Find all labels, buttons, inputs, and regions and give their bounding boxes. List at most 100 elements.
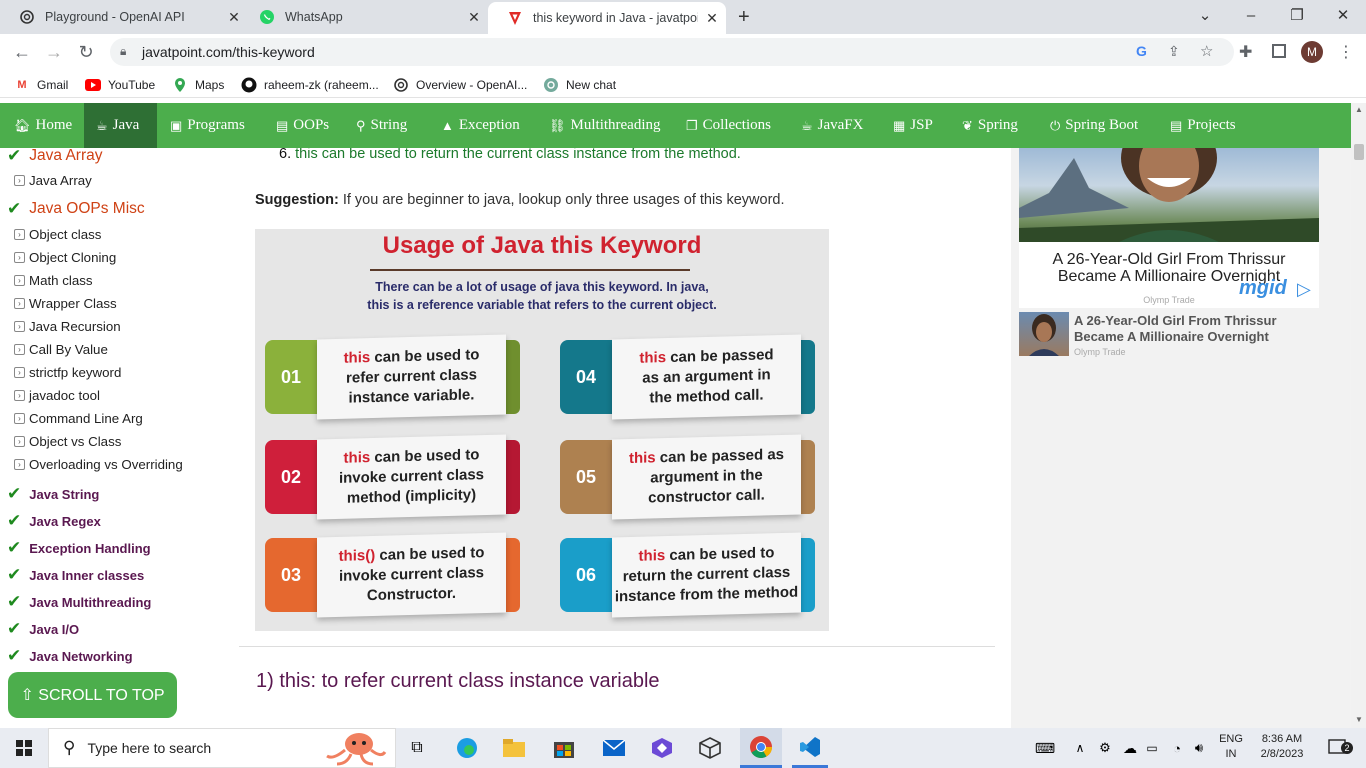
nav-oops[interactable]: ▤ OOPs <box>276 103 329 148</box>
nav-jsp[interactable]: ▦ JSP <box>893 103 933 148</box>
nav-programs[interactable]: ▣ Programs <box>170 103 245 148</box>
nav-javafx[interactable]: ☕︎ JavaFX <box>801 103 863 148</box>
sidebar-topic-java-io[interactable]: ✔ Java I/O <box>7 619 79 639</box>
new-tab-button[interactable]: + <box>738 6 758 28</box>
whatsapp-icon <box>258 9 276 25</box>
bookmark-new-chat[interactable]: New chat <box>543 77 616 93</box>
sidebar-topic-java-regex[interactable]: ✔ Java Regex <box>7 511 101 531</box>
bookmark-maps[interactable]: Maps <box>172 77 224 93</box>
close-tab-icon[interactable]: ✕ <box>460 9 488 26</box>
ad-choices-icon[interactable]: ▷ <box>1297 279 1311 300</box>
minimize-button[interactable]: – <box>1228 0 1274 30</box>
share-icon[interactable]: ⇪ <box>1168 43 1180 60</box>
usage-card: 04 this can be passed as an argument in the… <box>560 334 815 420</box>
reload-icon[interactable]: ↻ <box>72 40 100 64</box>
this-keyword-text: this <box>343 449 371 467</box>
nav-home[interactable]: 🏠︎ Home <box>0 103 86 148</box>
file-explorer-icon[interactable] <box>496 728 532 768</box>
nav-java[interactable]: ☕︎ Java <box>84 103 157 148</box>
profile-avatar[interactable]: M <box>1301 41 1323 63</box>
sidebar-section-oops-misc[interactable]: ✔ Java OOPs Misc <box>7 199 145 219</box>
sidebar-item-call-by-value[interactable]: › Call By Value <box>14 342 108 357</box>
restore-button[interactable]: ❐ <box>1274 0 1320 30</box>
small-ad-thumbnail[interactable] <box>1019 312 1069 356</box>
sidebar-item-object-vs-class[interactable]: › Object vs Class <box>14 434 121 449</box>
vscode-icon[interactable] <box>792 728 828 768</box>
sidebar-item-command-line-arg[interactable]: › Command Line Arg <box>14 411 143 426</box>
nav-string[interactable]: ⚲ String <box>356 103 407 148</box>
visual-studio-icon[interactable] <box>644 728 680 768</box>
sidebar-item-javadoc[interactable]: › javadoc tool <box>14 388 100 403</box>
expand-box-icon: › <box>14 390 25 401</box>
sidebar-section-java-array[interactable]: ✔ Java Array <box>7 148 102 166</box>
nav-projects[interactable]: ▤ Projects <box>1170 103 1236 148</box>
battery-icon[interactable]: ▭ <box>1142 728 1162 768</box>
side-panel-icon[interactable] <box>1272 44 1286 58</box>
tray-app-icon[interactable]: ⚙ <box>1096 728 1114 768</box>
onedrive-cloud-icon[interactable]: ☁ <box>1120 728 1140 768</box>
page-scrollbar[interactable]: ▲ ▼ <box>1351 103 1366 728</box>
nav-exception[interactable]: ▲ Exception <box>441 103 520 148</box>
search-highlight-octopus-icon <box>318 728 392 768</box>
taskbar-clock[interactable]: 8:36 AM 2/8/2023 <box>1253 733 1311 760</box>
close-window-button[interactable]: ✕ <box>1320 0 1366 30</box>
usage-card: 06 this can be used to return the current … <box>560 532 815 618</box>
small-ad-headline[interactable]: A 26-Year-Old Girl From Thrissur Became … <box>1074 313 1314 345</box>
sidebar-topic-inner-classes[interactable]: ✔ Java Inner classes <box>7 565 144 585</box>
notification-center-icon[interactable]: 2 <box>1318 728 1358 768</box>
sidebar-topic-java-networking[interactable]: ✔ Java Networking <box>7 646 133 666</box>
browser-menu-icon[interactable]: ⋮ <box>1338 42 1354 62</box>
forward-arrow-icon[interactable]: → <box>40 40 68 64</box>
sidebar-item-java-recursion[interactable]: › Java Recursion <box>14 319 121 334</box>
google-translate-icon[interactable]: G <box>1136 43 1147 59</box>
scroll-down-arrow-icon[interactable]: ▼ <box>1355 715 1363 724</box>
volume-icon[interactable]: 🔊︎ <box>1188 728 1210 768</box>
sidebar-item-object-class[interactable]: › Object class <box>14 227 101 242</box>
tray-chevron-up-icon[interactable]: ∧ <box>1072 728 1088 768</box>
nav-collections[interactable]: ❐ Collections <box>686 103 771 148</box>
virtualbox-cube-icon[interactable] <box>692 728 728 768</box>
multithreading-icon: ⛓ <box>549 117 566 133</box>
mail-icon[interactable] <box>596 728 632 768</box>
tab-javatpoint-active[interactable]: this keyword in Java - javatpoint ✕ <box>488 2 726 34</box>
bookmark-openai-overview[interactable]: Overview - OpenAI... <box>393 77 527 93</box>
wifi-icon[interactable]: ◔ <box>1166 728 1188 768</box>
address-bar[interactable]: 🔒︎ javatpoint.com/this-keyword G ⇪ ☆ <box>110 38 1234 66</box>
sidebar-item-object-cloning[interactable]: › Object Cloning <box>14 250 116 265</box>
keyboard-icon[interactable]: ⌨ <box>1030 728 1060 768</box>
scroll-to-top-button[interactable]: ⇧ SCROLL TO TOP <box>8 672 177 718</box>
extensions-puzzle-icon[interactable]: ✚ <box>1239 42 1252 62</box>
sidebar-item-math-class[interactable]: › Math class <box>14 273 93 288</box>
sidebar-topic-multithreading[interactable]: ✔ Java Multithreading <box>7 592 151 612</box>
edge-icon[interactable] <box>449 728 485 768</box>
bookmark-youtube[interactable]: YouTube <box>85 77 155 93</box>
sidebar-topic-exception-handling[interactable]: ✔ Exception Handling <box>7 538 151 558</box>
sidebar-item-overloading-vs-overriding[interactable]: › Overloading vs Overriding <box>14 457 183 472</box>
microsoft-store-icon[interactable] <box>546 728 582 768</box>
sidebar-topic-java-string[interactable]: ✔ Java String <box>7 484 99 504</box>
scroll-up-arrow-icon[interactable]: ▲ <box>1355 105 1363 114</box>
close-tab-icon[interactable]: ✕ <box>698 10 726 27</box>
star-bookmark-icon[interactable]: ☆ <box>1200 42 1213 60</box>
sidebar-item-java-array[interactable]: › Java Array <box>14 173 92 188</box>
this-keyword-infographic: Usage of Java this Keyword There can be … <box>255 229 829 631</box>
tab-openai-playground[interactable]: Playground - OpenAI API ✕ <box>0 0 248 34</box>
ad-card[interactable]: A 26-Year-Old Girl From Thrissur Became … <box>1019 148 1319 308</box>
bookmark-github[interactable]: raheem-zk (raheem... <box>241 77 379 93</box>
sidebar-item-wrapper-class[interactable]: › Wrapper Class <box>14 296 117 311</box>
scrollbar-thumb[interactable] <box>1354 144 1364 160</box>
nav-spring[interactable]: ❦ Spring <box>962 103 1018 148</box>
tab-whatsapp[interactable]: WhatsApp ✕ <box>240 0 488 34</box>
input-language[interactable]: ENG IN <box>1218 733 1244 760</box>
back-arrow-icon[interactable]: ← <box>8 40 36 64</box>
sidebar-item-strictfp[interactable]: › strictfp keyword <box>14 365 121 380</box>
chrome-icon[interactable] <box>740 728 782 768</box>
tab-search-chevron-icon[interactable]: ⌄ <box>1182 0 1228 30</box>
usage-card-line: instance variable. <box>348 386 475 407</box>
nav-multithreading[interactable]: ⛓ Multithreading <box>549 103 661 148</box>
expand-box-icon: › <box>14 459 25 470</box>
nav-spring-boot[interactable]: ⏻ Spring Boot <box>1050 103 1138 148</box>
bookmark-gmail[interactable]: M Gmail <box>14 77 68 93</box>
task-view-icon[interactable]: ⧉ <box>400 728 434 768</box>
windows-start-icon[interactable] <box>0 728 48 768</box>
